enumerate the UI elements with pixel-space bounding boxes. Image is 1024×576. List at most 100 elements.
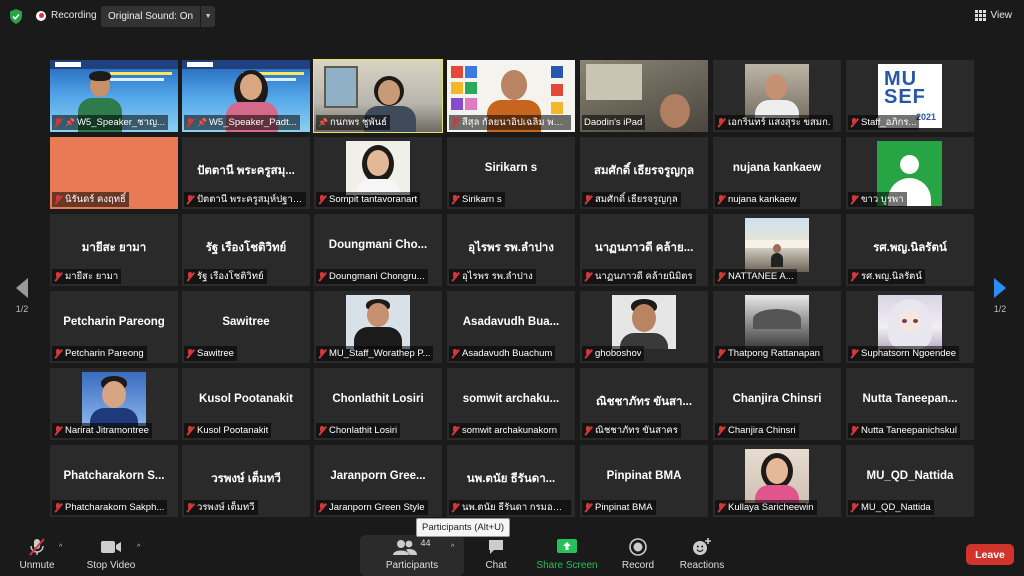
record-button[interactable]: Record <box>603 537 673 571</box>
share-screen-button[interactable]: Share Screen <box>532 537 602 571</box>
participant-tile[interactable]: Chanjira Chinsri Chanjira Chinsri <box>713 368 841 440</box>
view-button[interactable]: View <box>974 10 1012 21</box>
participant-display-name: Pinpinat BMA <box>606 470 682 482</box>
mic-muted-icon <box>717 502 725 513</box>
chat-button[interactable]: Chat <box>461 537 531 571</box>
participant-tile[interactable]: Kusol Pootanakit Kusol Pootanakit <box>182 368 310 440</box>
participant-tile[interactable]: Chonlathit Losiri Chonlathit Losiri <box>314 368 442 440</box>
participants-icon: 44 <box>377 537 447 557</box>
mic-muted-icon <box>186 271 194 282</box>
participant-tile[interactable]: 📌 W5_Speaker_ชาญ... <box>50 60 178 132</box>
mic-muted-icon <box>451 348 459 359</box>
name-label: Asadavudh Buachum <box>449 346 556 361</box>
participant-tile[interactable]: มายีสะ ยามา มายีสะ ยามา <box>50 214 178 286</box>
participant-tile[interactable]: Sompit tantavoranart <box>314 137 442 209</box>
mic-muted-icon <box>318 348 326 359</box>
participant-tile[interactable]: NATTANEE A... <box>713 214 841 286</box>
name-label: Pinpinat BMA <box>582 500 656 515</box>
participants-button[interactable]: 44 Participants <box>377 537 447 571</box>
leave-button[interactable]: Leave <box>966 544 1014 565</box>
mic-muted-icon <box>54 348 62 359</box>
participant-tile[interactable]: ขาว บูรพา <box>846 137 974 209</box>
recording-label: Recording <box>51 10 97 21</box>
next-page-button[interactable]: 1/2 <box>988 278 1012 314</box>
chevron-down-icon[interactable]: ▼ <box>200 6 215 27</box>
participant-display-name: ณิชชาภัทร ขันสา... <box>595 396 693 408</box>
participant-tile[interactable]: นิรันดร์ คงฤทธิ์ <box>50 137 178 209</box>
participant-tile[interactable]: นาฏนภาวดี คล้าย... นาฏนภาวดี คล้ายนิมิตร <box>580 214 708 286</box>
participants-label: Participants <box>385 560 439 571</box>
name-label: อุไรพร รพ.ลำปาง <box>449 269 536 284</box>
participant-tile[interactable]: nujana kankaew nujana kankaew <box>713 137 841 209</box>
security-shield-icon[interactable] <box>9 9 23 24</box>
page-indicator-right: 1/2 <box>993 304 1007 314</box>
mic-muted-icon <box>451 425 459 436</box>
audio-options-chevron-icon[interactable]: ^ <box>59 544 62 551</box>
mic-muted-icon <box>850 117 858 128</box>
participant-display-name: nujana kankaew <box>732 162 822 174</box>
participant-tile[interactable]: MU_QD_Nattida MU_QD_Nattida <box>846 445 974 517</box>
participant-tile[interactable]: สีสุล กัลยนาอิปเฉลิม พระ... <box>447 60 575 132</box>
mic-muted-icon <box>451 194 459 205</box>
participant-tile[interactable]: Asadavudh Bua... Asadavudh Buachum <box>447 291 575 363</box>
participant-tile[interactable]: Pinpinat BMA Pinpinat BMA <box>580 445 708 517</box>
stop-video-button[interactable]: Stop Video <box>76 537 146 571</box>
page-indicator-left: 1/2 <box>15 304 29 314</box>
participant-tile[interactable]: Daodin's iPad <box>580 60 708 132</box>
unmute-button[interactable]: Unmute <box>2 537 72 571</box>
mic-muted-icon <box>318 502 326 513</box>
recording-indicator[interactable]: Recording <box>36 10 97 21</box>
name-label: MU_Staff_Worathep P... <box>316 346 434 361</box>
reactions-label: Reactions <box>679 560 725 571</box>
mic-muted-icon <box>850 271 858 282</box>
name-label: สีสุล กัลยนาอิปเฉลิม พระ... <box>449 115 571 130</box>
participant-display-name: สมศักดิ์ เธียรจรูญกุล <box>593 165 695 177</box>
name-label: NATTANEE A... <box>715 269 797 284</box>
mic-muted-icon <box>318 194 326 205</box>
mic-muted-icon <box>717 117 725 128</box>
name-label: ปัตตานี พระครูสมุห์ปฐาพ... <box>184 192 306 207</box>
stop-video-label: Stop Video <box>86 560 136 571</box>
participant-tile[interactable]: Sirikarn s Sirikarn s <box>447 137 575 209</box>
participant-tile[interactable]: นพ.ตนัย ธีรันดา... นพ.ตนัย ธีรันดา กรมอน… <box>447 445 575 517</box>
mic-muted-icon <box>717 348 725 359</box>
participant-tile[interactable]: Nutta Taneepan... Nutta Taneepanichskul <box>846 368 974 440</box>
video-options-chevron-icon[interactable]: ^ <box>137 544 140 551</box>
participant-tile[interactable]: Narirat Jitramontree <box>50 368 178 440</box>
participant-tile[interactable]: Phatcharakorn S... Phatcharakorn Sakph..… <box>50 445 178 517</box>
participant-tile[interactable]: Sawitree Sawitree <box>182 291 310 363</box>
participant-tile[interactable]: เอกรินทร์ แสงสุระ ขสมก. <box>713 60 841 132</box>
participant-tile[interactable]: ณิชชาภัทร ขันสา... ณิชชาภัทร ขันสาคร <box>580 368 708 440</box>
participant-tile[interactable]: Jaranporn Gree... Jaranporn Green Style <box>314 445 442 517</box>
participant-tile[interactable]: สมศักดิ์ เธียรจรูญกุล สมศักดิ์ เธียรจรูญ… <box>580 137 708 209</box>
participant-display-name: Petcharin Pareong <box>63 316 165 328</box>
original-sound-control[interactable]: Original Sound: On ▼ <box>101 6 216 27</box>
reactions-button[interactable]: Reactions <box>667 537 737 571</box>
participant-tile[interactable]: MU SEF 2021 Staff_อภิกร... <box>846 60 974 132</box>
participant-tile[interactable]: Kullaya Saricheewin <box>713 445 841 517</box>
previous-page-button[interactable]: 1/2 <box>10 278 34 314</box>
participant-display-name: รัฐ เรืองโชติวิทย์ <box>205 242 287 254</box>
name-label: Kusol Pootanakit <box>184 423 272 438</box>
chat-label: Chat <box>485 560 507 571</box>
participant-tile[interactable]: somwit archaku... somwit archakunakorn <box>447 368 575 440</box>
name-label: Suphatsorn Ngoendee <box>848 346 960 361</box>
participants-options-chevron-icon[interactable]: ^ <box>451 544 454 551</box>
participant-tile[interactable]: รัฐ เรืองโชติวิทย์ รัฐ เรืองโชติวิทย์ <box>182 214 310 286</box>
original-sound-label[interactable]: Original Sound: On <box>101 11 200 22</box>
participant-tile[interactable]: 📌 W5_Speaker_Padt... <box>182 60 310 132</box>
name-label: Jaranporn Green Style <box>316 500 428 515</box>
participant-tile[interactable]: อุไรพร รพ.ลำปาง อุไรพร รพ.ลำปาง <box>447 214 575 286</box>
participant-tile[interactable]: MU_Staff_Worathep P... <box>314 291 442 363</box>
participant-tile[interactable]: วรพงษ์ เต็มทวี วรพงษ์ เต็มทวี <box>182 445 310 517</box>
participant-tile[interactable]: ghoboshov <box>580 291 708 363</box>
active-speaker-tile[interactable]: 📌 กนกพร ชูพันธ์ <box>313 59 443 133</box>
participant-tile[interactable]: Suphatsorn Ngoendee <box>846 291 974 363</box>
participant-tile[interactable]: Petcharin Pareong Petcharin Pareong <box>50 291 178 363</box>
participant-tile[interactable]: Thatpong Rattanapan <box>713 291 841 363</box>
mic-muted-icon <box>850 425 858 436</box>
participant-tile[interactable]: ปัตตานี พระครูสมุ... ปัตตานี พระครูสมุห์… <box>182 137 310 209</box>
participant-tile[interactable]: Doungmani Cho... Doungmani Chongru... <box>314 214 442 286</box>
participant-tile[interactable]: รศ.พญ.นิลรัตน์ รศ.พญ.นิลรัตน์ <box>846 214 974 286</box>
name-label: Chanjira Chinsri <box>715 423 799 438</box>
